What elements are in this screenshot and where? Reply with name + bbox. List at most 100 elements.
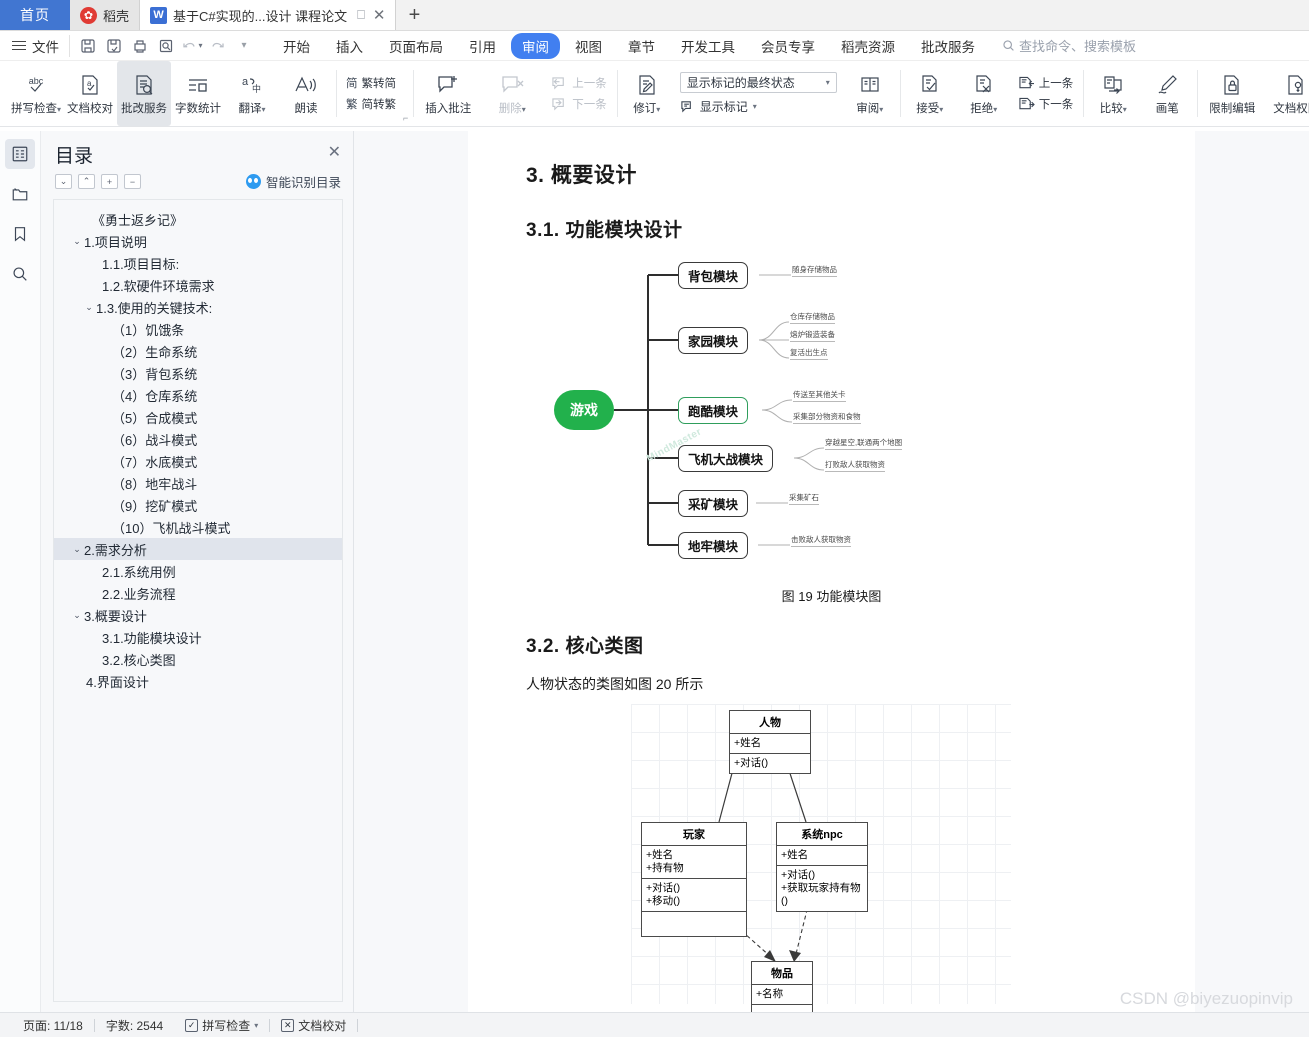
track-changes-button[interactable]: 修订▾	[620, 61, 674, 126]
command-search-placeholder: 查找命令、搜索模板	[1019, 39, 1137, 54]
next-change-button[interactable]: 下一条	[1015, 95, 1077, 113]
simp-to-trad-button[interactable]: 繁 简转繁	[343, 95, 399, 113]
search-icon[interactable]	[5, 259, 35, 289]
insert-comment-button[interactable]: 插入批注	[416, 61, 480, 126]
correction-service-button[interactable]: 批改服务	[117, 61, 171, 126]
collapse-down-icon[interactable]: ⌄	[55, 174, 72, 189]
menu-item-dev-tools[interactable]: 开发工具	[670, 33, 746, 59]
previous-comment-button[interactable]: 上一条	[548, 74, 610, 92]
translate-button[interactable]: a 中 翻译▾	[225, 61, 279, 126]
menu-item-section[interactable]: 章节	[617, 33, 666, 59]
word-count-button[interactable]: 字数统计	[171, 61, 225, 126]
document-area[interactable]: 3. 概要设计 3.1. 功能模块设计 游戏 MindMaster 背包模块 随…	[354, 131, 1309, 1012]
toc-item-4[interactable]: ⌄ 1.3.使用的关键技术:	[54, 296, 342, 318]
print-icon[interactable]	[128, 35, 152, 57]
close-outline-panel-icon[interactable]: ✕	[328, 141, 341, 161]
class-name: 人物	[730, 711, 810, 734]
status-proofread-button[interactable]: ✕ 文档校对	[270, 1017, 357, 1034]
chevron-down-icon[interactable]: ⌄	[82, 302, 96, 313]
tab-document[interactable]: W 基于C#实现的...设计 课程论文 ⎕ ✕	[140, 0, 397, 30]
menu-item-insert[interactable]: 插入	[325, 33, 374, 59]
reject-change-button[interactable]: 拒绝▾	[957, 61, 1011, 126]
toc-item-21[interactable]: 4.界面设计	[54, 670, 342, 692]
document-permission-button[interactable]: 文档权限	[1264, 61, 1309, 126]
file-menu-button[interactable]: 文件	[0, 36, 69, 56]
menu-item-correction[interactable]: 批改服务	[910, 33, 986, 59]
toc-item-7[interactable]: （3）背包系统	[54, 362, 342, 384]
class-method: +获取玩家持有物()	[781, 882, 861, 907]
toc-item-14[interactable]: （10）飞机战斗模式	[54, 516, 342, 538]
outline-icon[interactable]	[5, 139, 35, 169]
chevron-down-icon[interactable]: ⌄	[70, 236, 84, 247]
review-pane-button[interactable]: 审阅▾	[843, 61, 897, 126]
toc-item-20[interactable]: 3.2.核心类图	[54, 648, 342, 670]
outline-item-list[interactable]: 《勇士返乡记》 ⌄ 1.项目说明 1.1.项目目标: 1.2.软硬件环境需求 ⌄…	[53, 199, 343, 1002]
redo-icon[interactable]	[206, 35, 230, 57]
toc-item-13[interactable]: （9）挖矿模式	[54, 494, 342, 516]
menu-item-resources[interactable]: 稻壳资源	[830, 33, 906, 59]
restore-window-icon[interactable]: ⎕	[353, 7, 365, 23]
compare-button[interactable]: 比较▾	[1086, 61, 1140, 126]
spell-check-button[interactable]: abc 拼写检查▾	[9, 61, 63, 126]
menu-item-page-layout[interactable]: 页面布局	[378, 33, 454, 59]
document-proof-label: 文档校对	[67, 102, 113, 115]
markup-display-select[interactable]: 显示标记的最终状态 ▾	[679, 72, 837, 93]
previous-change-button[interactable]: 上一条	[1015, 74, 1077, 92]
toc-item-11[interactable]: （7）水底模式	[54, 450, 342, 472]
chevron-down-icon[interactable]: ⌄	[70, 544, 84, 555]
toc-item-0[interactable]: 《勇士返乡记》	[54, 208, 342, 230]
menu-item-member[interactable]: 会员专享	[750, 33, 826, 59]
save-as-icon[interactable]	[102, 35, 126, 57]
command-search[interactable]: 查找命令、搜索模板	[1002, 36, 1136, 55]
toc-item-19[interactable]: 3.1.功能模块设计	[54, 626, 342, 648]
toc-item-10[interactable]: （6）战斗模式	[54, 428, 342, 450]
toc-item-17[interactable]: 2.2.业务流程	[54, 582, 342, 604]
next-comment-button[interactable]: 下一条	[548, 95, 610, 113]
customize-quick-access-icon[interactable]: ▾	[232, 35, 256, 57]
show-markup-button[interactable]: 显示标记 ▾	[680, 98, 837, 115]
class-methods: +对话() +移动()	[642, 879, 746, 912]
read-aloud-button[interactable]: 朗读	[279, 61, 333, 126]
trad-to-simp-button[interactable]: 简 繁转简	[343, 74, 399, 92]
undo-caret-icon[interactable]: ▾	[198, 41, 202, 50]
chevron-down-icon[interactable]: ⌄	[70, 610, 84, 621]
print-preview-icon[interactable]	[154, 35, 178, 57]
collapse-up-icon[interactable]: ⌃	[78, 174, 95, 189]
status-spellcheck-button[interactable]: ✓ 拼写检查 ▾	[174, 1017, 269, 1034]
tab-daoke[interactable]: ✿ 稻壳	[70, 0, 141, 30]
menu-item-references[interactable]: 引用	[458, 33, 507, 59]
toc-item-9[interactable]: （5）合成模式	[54, 406, 342, 428]
new-tab-button[interactable]: +	[396, 0, 432, 30]
accept-change-button[interactable]: 接受▾	[903, 61, 957, 126]
heading-3-2: 3.2. 核心类图	[526, 636, 644, 657]
thumbnail-icon[interactable]	[5, 179, 35, 209]
pen-button[interactable]: 画笔	[1140, 61, 1194, 126]
document-proof-button[interactable]: a 文档校对	[63, 61, 117, 126]
menu-item-view[interactable]: 视图	[564, 33, 613, 59]
delete-comment-button[interactable]: 删除▾	[480, 61, 544, 126]
expand-plus-icon[interactable]: +	[101, 174, 118, 189]
undo-icon[interactable]: ▾	[180, 35, 204, 57]
close-icon[interactable]: ✕	[371, 6, 386, 24]
smart-recognize-toc-button[interactable]: 智能识别目录	[245, 172, 341, 191]
toc-item-2[interactable]: 1.1.项目目标:	[54, 252, 342, 274]
bookmark-icon[interactable]	[5, 219, 35, 249]
collapse-minus-icon[interactable]: −	[124, 174, 141, 189]
toc-item-15[interactable]: ⌄ 2.需求分析	[54, 538, 342, 560]
toc-item-8[interactable]: （4）仓库系统	[54, 384, 342, 406]
save-icon[interactable]	[76, 35, 100, 57]
menu-item-review[interactable]: 审阅	[511, 32, 560, 59]
conversion-dialog-launcher[interactable]: ⌐	[403, 113, 410, 126]
toc-item-3[interactable]: 1.2.软硬件环境需求	[54, 274, 342, 296]
toc-item-18[interactable]: ⌄ 3.概要设计	[54, 604, 342, 626]
restrict-edit-button[interactable]: 限制编辑	[1200, 61, 1264, 126]
toc-item-12[interactable]: （8）地牢战斗	[54, 472, 342, 494]
menu-item-start[interactable]: 开始	[272, 33, 321, 59]
toc-item-16[interactable]: 2.1.系统用例	[54, 560, 342, 582]
toc-item-6[interactable]: （2）生命系统	[54, 340, 342, 362]
ribbon-toolbar: abc 拼写检查▾ a 文档校对 批改服务 字数统计 a 中 翻译▾ 朗读 简 …	[0, 61, 1309, 127]
toc-item-5[interactable]: （1）饥饿条	[54, 318, 342, 340]
toc-item-1[interactable]: ⌄ 1.项目说明	[54, 230, 342, 252]
chevron-down-icon[interactable]: ▾	[254, 1021, 258, 1030]
home-tab[interactable]: 首页	[0, 0, 70, 30]
